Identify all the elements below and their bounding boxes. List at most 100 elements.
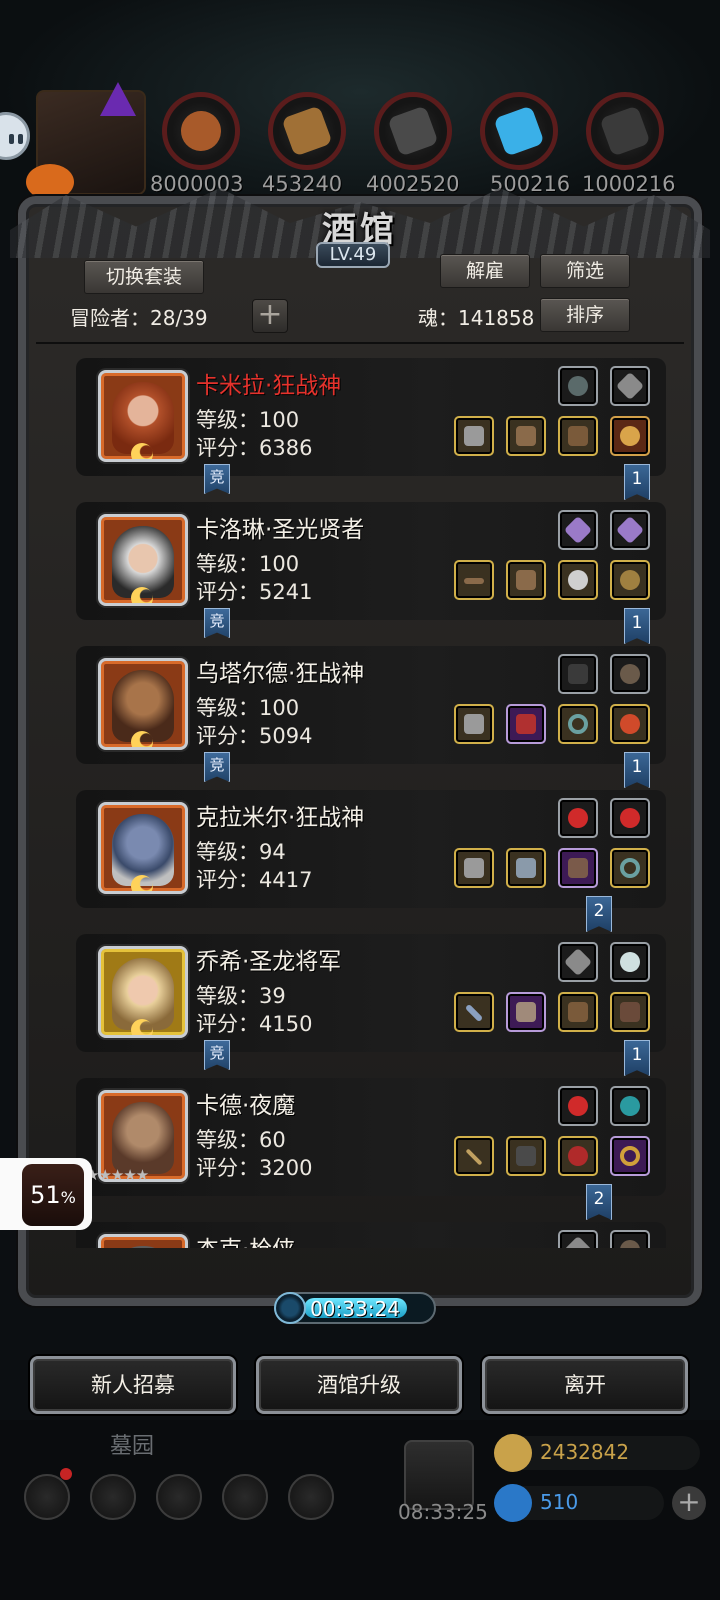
spear-weapon-icon[interactable] bbox=[454, 1136, 494, 1176]
dismiss-button[interactable]: 解雇 bbox=[440, 254, 530, 288]
crystal-slot-icon[interactable] bbox=[558, 510, 598, 550]
belt-slot-icon[interactable] bbox=[610, 654, 650, 694]
add-slot-button[interactable]: + bbox=[252, 299, 288, 333]
stone-resource-icon bbox=[374, 92, 452, 170]
armor-icon[interactable] bbox=[506, 848, 546, 888]
hero-name: 卡洛琳·圣光贤者 bbox=[196, 517, 365, 543]
hero-card[interactable]: 杰克·枪侠 bbox=[76, 1222, 666, 1248]
crystal-slot-icon[interactable] bbox=[610, 510, 650, 550]
hero-score: 评分：4150 bbox=[196, 1012, 313, 1036]
hero-name: 卡德·夜魔 bbox=[196, 1093, 296, 1119]
bracer-icon[interactable] bbox=[558, 992, 598, 1032]
arena-tag: 竞 bbox=[204, 464, 230, 494]
iron-resource-icon bbox=[586, 92, 664, 170]
amulet-icon[interactable] bbox=[610, 416, 650, 456]
hero-card[interactable]: 乔希·圣龙将军 等级：39 评分：4150 bbox=[76, 934, 666, 1052]
leave-button[interactable]: 离开 bbox=[482, 1356, 688, 1414]
armor-icon[interactable] bbox=[506, 704, 546, 744]
necklace-icon[interactable] bbox=[558, 1136, 598, 1176]
meat-resource-icon bbox=[162, 92, 240, 170]
hero-level: 等级：100 bbox=[196, 552, 300, 576]
switch-outfit-button[interactable]: 切换套装 bbox=[84, 260, 204, 294]
armor-icon[interactable] bbox=[506, 992, 546, 1032]
armor-icon[interactable] bbox=[506, 1136, 546, 1176]
pearl-slot-icon[interactable] bbox=[610, 942, 650, 982]
witch-hat-icon bbox=[100, 82, 136, 116]
add-gems-button[interactable]: + bbox=[672, 1486, 706, 1520]
hero-score: 评分：6386 bbox=[196, 436, 313, 460]
badge-unit: % bbox=[60, 1188, 76, 1207]
bag-icon[interactable] bbox=[288, 1474, 334, 1520]
axe-weapon-icon[interactable] bbox=[454, 848, 494, 888]
mail-icon[interactable] bbox=[222, 1474, 268, 1520]
hero-level: 等级：39 bbox=[196, 984, 286, 1008]
necklace-icon[interactable] bbox=[610, 560, 650, 600]
recruit-button[interactable]: 新人招募 bbox=[30, 1356, 236, 1414]
ring-icon[interactable] bbox=[610, 704, 650, 744]
arena-tag: 竞 bbox=[204, 1040, 230, 1070]
hero-portrait bbox=[98, 946, 188, 1038]
hero-level: 等级：94 bbox=[196, 840, 286, 864]
star-rating: ★★★★★ bbox=[86, 1166, 149, 1184]
progress-badge[interactable]: 51% bbox=[0, 1158, 92, 1230]
progress-badge-inner: 51% bbox=[22, 1164, 84, 1226]
axe-weapon-icon[interactable] bbox=[454, 416, 494, 456]
hero-name: 乔希·圣龙将军 bbox=[196, 949, 342, 975]
refresh-timer: 00:33:24 bbox=[274, 1292, 436, 1324]
bracer-icon[interactable] bbox=[558, 848, 598, 888]
glove-slot-icon[interactable] bbox=[558, 654, 598, 694]
axe-weapon-icon[interactable] bbox=[454, 704, 494, 744]
hero-card[interactable]: 卡洛琳·圣光贤者 等级：100 评分：5241 bbox=[76, 502, 666, 620]
tavern-level: LV.49 bbox=[316, 242, 390, 268]
ring-icon[interactable] bbox=[610, 848, 650, 888]
resource-value: 453240 bbox=[262, 172, 343, 196]
staff-weapon-icon[interactable] bbox=[454, 560, 494, 600]
hero-icon[interactable] bbox=[156, 1474, 202, 1520]
gold-display: 2432842 bbox=[494, 1434, 700, 1472]
rune-slot-icon[interactable] bbox=[558, 942, 598, 982]
hero-card[interactable]: 克拉米尔·狂战神 等级：94 评分：4417 bbox=[76, 790, 666, 908]
arena-tag: 竞 bbox=[204, 608, 230, 638]
emerald-slot-icon[interactable] bbox=[610, 1086, 650, 1126]
hero-portrait bbox=[98, 514, 188, 606]
sort-button[interactable]: 排序 bbox=[540, 298, 630, 332]
tavern-dialog: 酒馆 LV.49 切换套装 解雇 筛选 排序 冒险者：28/39 + 魂：141… bbox=[10, 188, 710, 1306]
bracer-icon[interactable] bbox=[558, 416, 598, 456]
charm-icon[interactable] bbox=[558, 560, 598, 600]
ruby-slot-icon[interactable] bbox=[558, 1086, 598, 1126]
gold-coin-icon bbox=[494, 1434, 532, 1472]
hero-level: 等级：100 bbox=[196, 696, 300, 720]
rune-slot-icon[interactable] bbox=[558, 1230, 598, 1248]
ring-icon[interactable] bbox=[558, 704, 598, 744]
star-icon[interactable] bbox=[90, 1474, 136, 1520]
belt-slot-icon[interactable] bbox=[610, 1230, 650, 1248]
moon-icon bbox=[131, 587, 153, 603]
rank-tag: 1 bbox=[624, 608, 650, 644]
rune-slot-icon[interactable] bbox=[610, 366, 650, 406]
gem-slot-icon[interactable] bbox=[558, 366, 598, 406]
filter-button[interactable]: 筛选 bbox=[540, 254, 630, 288]
armor-icon[interactable] bbox=[506, 416, 546, 456]
ring-icon[interactable] bbox=[610, 1136, 650, 1176]
arena-tag: 竞 bbox=[204, 752, 230, 782]
hero-card[interactable]: ★★★★★ 卡德·夜魔 等级：60 评分：3200 bbox=[76, 1078, 666, 1196]
wood-resource-icon bbox=[268, 92, 346, 170]
hero-list[interactable]: 卡米拉·狂战神 等级：100 评分：6386 竞 1 卡洛琳·圣光贤者 等级：1… bbox=[36, 348, 684, 1248]
chat-bubble-icon[interactable] bbox=[0, 112, 30, 160]
armor-icon[interactable] bbox=[506, 560, 546, 600]
hero-score: 评分：3200 bbox=[196, 1156, 313, 1180]
hero-score: 评分：4417 bbox=[196, 868, 313, 892]
hero-card[interactable]: 乌塔尔德·狂战神 等级：100 评分：5094 bbox=[76, 646, 666, 764]
ruby-slot-icon[interactable] bbox=[610, 798, 650, 838]
tavern-upgrade-button[interactable]: 酒馆升级 bbox=[256, 1356, 462, 1414]
sword-weapon-icon[interactable] bbox=[454, 992, 494, 1032]
settings-icon[interactable] bbox=[24, 1474, 70, 1520]
ruby-slot-icon[interactable] bbox=[558, 798, 598, 838]
hero-card[interactable]: 卡米拉·狂战神 等级：100 评分：6386 bbox=[76, 358, 666, 476]
pumpkin-icon bbox=[26, 164, 74, 200]
player-avatar[interactable] bbox=[26, 82, 146, 200]
rank-tag: 2 bbox=[586, 896, 612, 932]
boot-icon[interactable] bbox=[610, 992, 650, 1032]
moon-icon bbox=[131, 731, 153, 747]
gem-icon bbox=[494, 1484, 532, 1522]
